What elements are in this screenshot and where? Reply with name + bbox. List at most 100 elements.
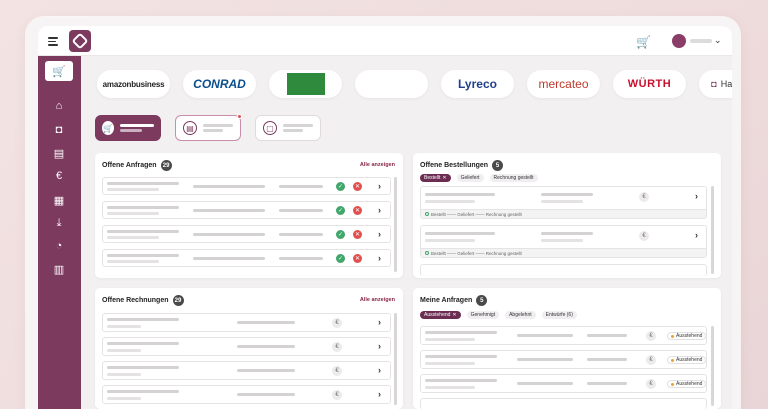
- supplier-conrad[interactable]: CONRAD: [183, 70, 256, 98]
- tab-clipboard[interactable]: ▢: [255, 115, 321, 141]
- chip-abgelehnt[interactable]: Abgelehnt: [505, 311, 536, 319]
- chip-ausstehend[interactable]: Ausstehend ✕: [420, 311, 461, 319]
- euro-icon: €: [332, 318, 342, 328]
- app-logo[interactable]: [69, 30, 91, 52]
- table-row[interactable]: ✓ ✕ ›: [102, 177, 391, 195]
- avatar[interactable]: [672, 34, 686, 48]
- supplier-label: WÜRTH: [627, 78, 672, 90]
- request-row[interactable]: [420, 398, 707, 409]
- table-row[interactable]: ✓ ✕ ›: [102, 249, 391, 267]
- home-icon[interactable]: ⌂: [51, 98, 67, 114]
- scrollbar[interactable]: [711, 186, 714, 274]
- chevron-right-icon[interactable]: ›: [378, 253, 381, 263]
- check-circle-icon: [425, 212, 429, 216]
- pie-chart-icon[interactable]: ◔: [51, 238, 67, 254]
- supplier-blue-logo[interactable]: [355, 70, 428, 98]
- notification-dot: [237, 114, 242, 119]
- euro-icon: €: [646, 379, 656, 389]
- table-row[interactable]: ✓ ✕ ›: [102, 225, 391, 243]
- table-row[interactable]: € ›: [102, 313, 391, 332]
- supplier-label: [286, 73, 325, 95]
- count-badge: 29: [160, 160, 172, 171]
- chevron-right-icon[interactable]: ›: [695, 230, 698, 240]
- chevron-right-icon[interactable]: ›: [378, 205, 381, 215]
- euro-icon[interactable]: €: [51, 168, 67, 184]
- chevron-right-icon[interactable]: ›: [378, 229, 381, 239]
- supplier-label: amazonbusiness: [102, 79, 165, 89]
- order-row[interactable]: [420, 264, 707, 276]
- reject-icon[interactable]: ✕: [353, 206, 362, 215]
- scrollbar[interactable]: [394, 313, 397, 405]
- sidebar-item-cart[interactable]: 🛒: [45, 61, 73, 81]
- chevron-right-icon[interactable]: ›: [378, 181, 381, 191]
- approve-icon[interactable]: ✓: [336, 230, 345, 239]
- approve-icon[interactable]: ✓: [336, 182, 345, 191]
- cart-icon[interactable]: 🛒: [636, 35, 651, 49]
- filter-chips: Bestellt ✕ Geliefert Rechnung gestellt: [420, 174, 538, 182]
- card-title: Meine Anfragen 5: [420, 295, 488, 306]
- status-badge: Ausstehend: [667, 356, 707, 364]
- card-title-text: Offene Rechnungen: [102, 297, 169, 304]
- catalog-icon[interactable]: ▤: [51, 145, 67, 161]
- table-row[interactable]: ✓ ✕ ›: [102, 201, 391, 219]
- status-text: Ausstehend: [676, 333, 703, 339]
- chevron-right-icon[interactable]: ›: [378, 389, 381, 399]
- chevron-right-icon[interactable]: ›: [695, 191, 698, 201]
- chip-rechnung-gestellt[interactable]: Rechnung gestellt: [489, 174, 538, 182]
- table-row[interactable]: € ›: [102, 385, 391, 404]
- table-row[interactable]: € ›: [102, 337, 391, 356]
- scrollbar[interactable]: [394, 177, 397, 272]
- order-row[interactable]: € › Bestellt —— Geliefert —— Rechnung ge…: [420, 186, 707, 219]
- document-icon[interactable]: ▦: [51, 192, 67, 208]
- count-badge: 5: [492, 160, 504, 171]
- request-row[interactable]: € Ausstehend: [420, 350, 707, 369]
- reject-icon[interactable]: ✕: [353, 182, 362, 191]
- download-icon[interactable]: ⤓: [51, 215, 67, 231]
- supplier-lyreco[interactable]: Lyreco: [441, 70, 514, 98]
- show-all-link[interactable]: Alle anzeigen: [360, 162, 395, 168]
- chip-genehmigt[interactable]: Genehmigt: [466, 311, 500, 319]
- approve-icon[interactable]: ✓: [336, 206, 345, 215]
- status-text: Ausstehend: [676, 381, 703, 387]
- chevron-right-icon[interactable]: ›: [378, 317, 381, 327]
- check-circle-icon: [425, 251, 429, 255]
- tab-catalog[interactable]: ▤: [175, 114, 242, 141]
- close-icon[interactable]: ✕: [452, 312, 456, 318]
- reject-icon[interactable]: ✕: [353, 254, 362, 263]
- card-title: Offene Anfragen 29: [102, 160, 172, 171]
- supplier-label: CONRAD: [193, 77, 246, 91]
- building-icon[interactable]: ▥: [51, 261, 67, 277]
- chip-label: Entwürfe (6): [545, 312, 573, 318]
- request-row[interactable]: € Ausstehend: [420, 326, 707, 345]
- euro-icon: €: [646, 331, 656, 341]
- supplier-green-logo[interactable]: [269, 70, 342, 98]
- approve-icon[interactable]: ✓: [336, 254, 345, 263]
- menu-icon[interactable]: [48, 37, 58, 46]
- shopping-bag-icon[interactable]: ◘: [51, 122, 67, 138]
- euro-icon: €: [639, 192, 649, 202]
- card-offene-anfragen: Offene Anfragen 29 Alle anzeigen ✓ ✕ › ✓…: [95, 153, 403, 278]
- chevron-right-icon[interactable]: ›: [378, 365, 381, 375]
- euro-icon: €: [639, 231, 649, 241]
- table-row[interactable]: € ›: [102, 361, 391, 380]
- supplier-list: amazonbusiness CONRAD Lyreco mercateo WÜ…: [97, 70, 732, 98]
- supplier-amazon[interactable]: amazonbusiness: [97, 70, 170, 98]
- show-all-link[interactable]: Alle anzeigen: [360, 297, 395, 303]
- request-row[interactable]: € Ausstehend: [420, 374, 707, 393]
- chip-entwuerfe[interactable]: Entwürfe (6): [541, 311, 577, 319]
- scrollbar[interactable]: [711, 326, 714, 406]
- count-badge: 29: [172, 295, 184, 306]
- tab-cart[interactable]: 🛒: [95, 115, 161, 141]
- supplier-hardware[interactable]: ◘Hardware: [699, 70, 732, 98]
- reject-icon[interactable]: ✕: [353, 230, 362, 239]
- close-icon[interactable]: ✕: [442, 175, 446, 181]
- supplier-mercateo[interactable]: mercateo: [527, 70, 600, 98]
- chevron-right-icon[interactable]: ›: [378, 341, 381, 351]
- chip-bestellt[interactable]: Bestellt ✕: [420, 174, 451, 182]
- supplier-wurth[interactable]: WÜRTH: [613, 70, 686, 98]
- chip-geliefert[interactable]: Geliefert: [456, 174, 484, 182]
- chevron-down-icon[interactable]: ⌄: [714, 35, 722, 46]
- card-title-text: Meine Anfragen: [420, 297, 473, 304]
- order-row[interactable]: € › Bestellt —— Geliefert —— Rechnung ge…: [420, 225, 707, 258]
- status-text: Ausstehend: [676, 357, 703, 363]
